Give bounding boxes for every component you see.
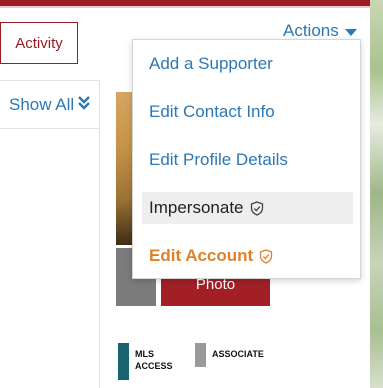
mls-access-badge: MLS ACCESS (118, 343, 173, 380)
actions-label: Actions (283, 21, 339, 40)
double-chevron-down-icon (78, 95, 91, 115)
menu-item-edit-contact-info[interactable]: Edit Contact Info (142, 96, 353, 128)
caret-down-icon (344, 28, 357, 36)
menu-item-label: Impersonate (149, 198, 244, 217)
shield-check-icon (250, 200, 264, 216)
badge-color-bar (118, 343, 129, 380)
badge-label: ASSOCIATE (212, 349, 264, 359)
divider (0, 128, 100, 129)
background-image-edge (370, 0, 383, 388)
badge-color-bar (195, 343, 206, 367)
badge-label-line1: MLS (135, 349, 154, 359)
actions-menu: Add a Supporter Edit Contact Info Edit P… (132, 39, 361, 279)
menu-item-label: Edit Contact Info (149, 102, 275, 121)
menu-item-edit-account[interactable]: Edit Account (142, 240, 353, 272)
show-all-label: Show All (9, 95, 75, 114)
show-all-link[interactable]: Show All (9, 94, 91, 116)
badge-label-line2: ACCESS (135, 361, 173, 371)
tab-activity-label: Activity (15, 34, 63, 52)
menu-item-label: Edit Account (149, 246, 254, 265)
menu-item-label: Add a Supporter (149, 54, 273, 73)
tab-activity[interactable]: Activity (0, 22, 78, 64)
menu-item-add-supporter[interactable]: Add a Supporter (142, 48, 353, 80)
menu-item-impersonate[interactable]: Impersonate (142, 192, 353, 224)
menu-item-edit-profile-details[interactable]: Edit Profile Details (142, 144, 353, 176)
shield-check-icon (259, 248, 273, 264)
associate-badge: ASSOCIATE (195, 343, 264, 367)
left-panel (0, 80, 100, 388)
header-accent-shadow (0, 6, 370, 8)
menu-item-label: Edit Profile Details (149, 150, 288, 169)
